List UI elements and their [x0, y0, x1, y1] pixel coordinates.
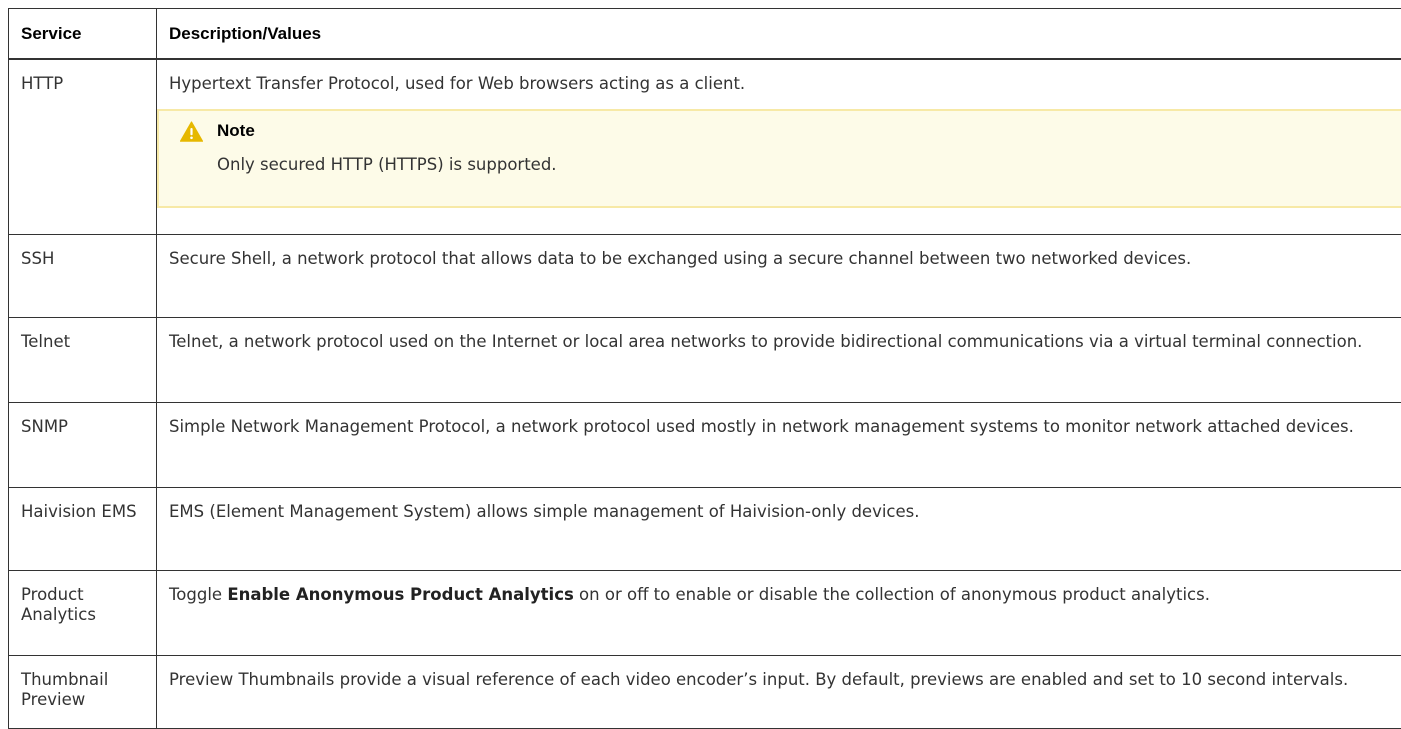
description-text: Hypertext Transfer Protocol, used for We…	[169, 74, 1401, 94]
service-cell: HTTP	[9, 59, 157, 235]
service-cell: Product Analytics	[9, 571, 157, 656]
description-text: on or off to enable or disable the colle…	[574, 585, 1210, 604]
service-cell: SNMP	[9, 403, 157, 488]
service-cell: Thumbnail Preview	[9, 656, 157, 729]
table-row: Telnet Telnet, a network protocol used o…	[9, 318, 1401, 403]
table-row: Thumbnail Preview Preview Thumbnails pro…	[9, 656, 1401, 729]
table-header-row: Service Description/Values	[9, 9, 1401, 60]
description-text: Toggle	[169, 585, 227, 604]
table-row: SSH Secure Shell, a network protocol tha…	[9, 235, 1401, 318]
note-header: Note	[180, 119, 1401, 143]
description-cell: EMS (Element Management System) allows s…	[157, 488, 1401, 571]
service-cell: SSH	[9, 235, 157, 318]
description-cell: Toggle Enable Anonymous Product Analytic…	[157, 571, 1401, 656]
table-row: Product Analytics Toggle Enable Anonymou…	[9, 571, 1401, 656]
table-row: HTTP Hypertext Transfer Protocol, used f…	[9, 59, 1401, 235]
description-cell: Simple Network Management Protocol, a ne…	[157, 403, 1401, 488]
warning-icon	[180, 121, 203, 142]
service-cell: Haivision EMS	[9, 488, 157, 571]
description-cell: Preview Thumbnails provide a visual refe…	[157, 656, 1401, 729]
note-callout: Note Only secured HTTP (HTTPS) is suppor…	[157, 109, 1401, 208]
header-description: Description/Values	[157, 9, 1401, 60]
description-cell: Secure Shell, a network protocol that al…	[157, 235, 1401, 318]
service-cell: Telnet	[9, 318, 157, 403]
description-cell: Hypertext Transfer Protocol, used for We…	[157, 59, 1401, 235]
table-row: Haivision EMS EMS (Element Management Sy…	[9, 488, 1401, 571]
note-text: Only secured HTTP (HTTPS) is supported.	[180, 155, 1401, 175]
setting-name: Enable Anonymous Product Analytics	[227, 585, 574, 604]
description-cell: Telnet, a network protocol used on the I…	[157, 318, 1401, 403]
header-service: Service	[9, 9, 157, 60]
note-title: Note	[217, 121, 255, 141]
table-row: SNMP Simple Network Management Protocol,…	[9, 403, 1401, 488]
services-table: Service Description/Values HTTP Hypertex…	[8, 8, 1401, 729]
